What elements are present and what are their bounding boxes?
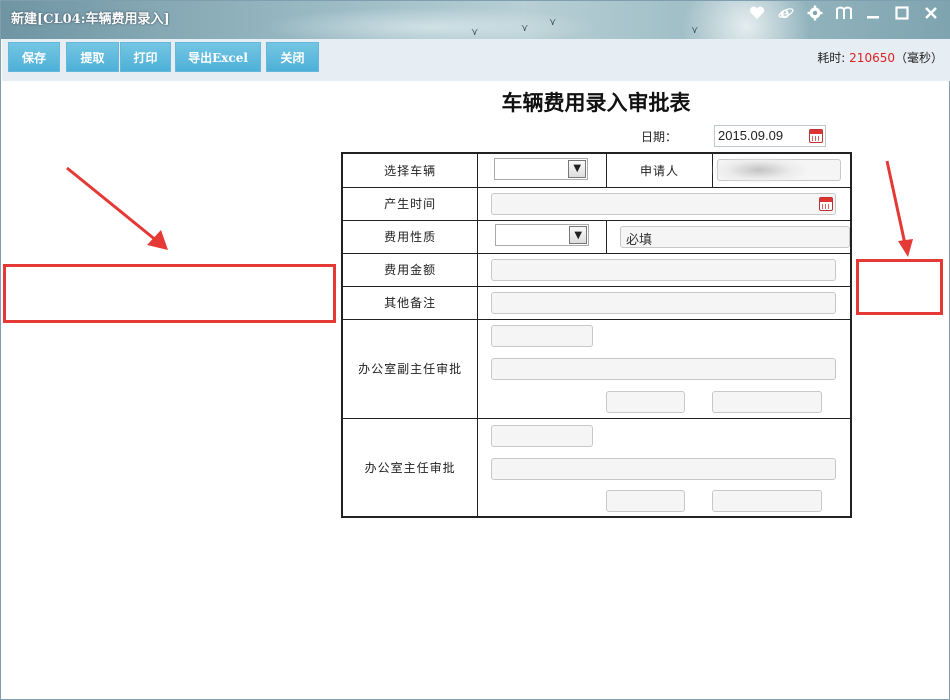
annotation-arrow-left [66, 166, 168, 250]
annotation-arrows [66, 160, 913, 257]
annotation-arrow-right [885, 160, 913, 257]
app-window: ⋎ ⋎ ⋎ ⋎ 新建[CL04:车辆费用录入] e 保存 提取 打印 导出Exc… [0, 0, 950, 700]
